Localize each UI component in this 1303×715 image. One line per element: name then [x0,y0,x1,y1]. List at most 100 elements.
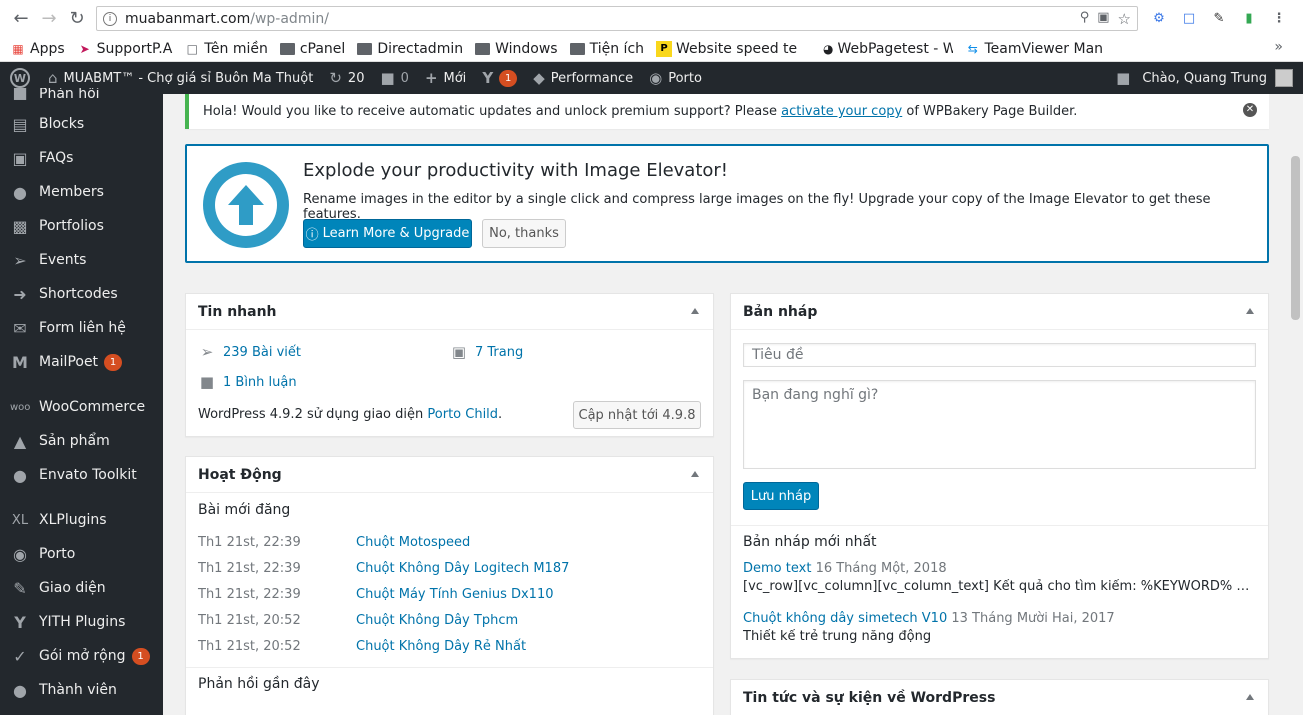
post-link[interactable]: Chuột Không Dây Tphcm [356,613,518,628]
my-account-menu[interactable]: Chào, Quang Trung [1142,71,1267,86]
back-icon[interactable]: ← [8,5,34,31]
sidebar-item-san-pham[interactable]: ▲ Sản phẩm [0,424,163,458]
sidebar-item-members[interactable]: ● Members [0,175,163,209]
bookmark-apps[interactable]: ▦ Apps [10,41,64,57]
new-content-menu[interactable]: + Mới [417,62,474,94]
sidebar-item-label: Form liên hệ [39,320,126,336]
bookmark-label: Website speed te [676,40,798,57]
post-link[interactable]: Chuột Không Dây Logitech M187 [356,561,569,576]
sidebar-item-faqs[interactable]: ▣ FAQs [0,141,163,175]
sidebar-item-events[interactable]: ➢ Events [0,243,163,277]
performance-menu[interactable]: ◆ Performance [525,62,641,94]
notes-icon[interactable]: ■ [1116,69,1130,87]
sidebar-item-blocks[interactable]: ▤ Blocks [0,107,163,141]
porto-menu[interactable]: ◉ Porto [641,62,710,94]
sidebar-item-mailpoet[interactable]: M MailPoet 1 [0,345,163,379]
draft-title-input[interactable]: Tiêu đề [743,343,1256,367]
no-thanks-button[interactable]: No, thanks [482,219,566,248]
bookmark-label: Directadmin [377,40,464,57]
key-icon[interactable]: ⚲ [1080,10,1090,28]
bookmark-teamviewer[interactable]: ⇆ TeamViewer Man [965,41,1103,57]
dismiss-icon[interactable]: ✕ [1243,103,1257,117]
activate-link[interactable]: activate your copy [781,104,902,119]
post-link[interactable]: Chuột Không Dây Rẻ Nhất [356,639,526,654]
pin-icon: ➢ [13,250,27,270]
sidebar-item-yith-plugins[interactable]: Y YITH Plugins [0,605,163,639]
sidebar-item-shortcodes[interactable]: ➜ Shortcodes [0,277,163,311]
star-icon[interactable]: ☆ [1118,10,1131,28]
widget-header[interactable]: Hoạt Động [186,457,713,493]
comments-count[interactable]: 1 Bình luận [223,375,297,390]
sidebar-item-giao-dien[interactable]: ✎ Giao diện [0,571,163,605]
extension-eyedropper-icon[interactable]: ✎ [1210,9,1228,27]
pages-count-link[interactable]: ▣ 7 Trang [450,343,523,361]
bookmark-windows[interactable]: Windows [475,41,558,57]
scrollbar-thumb[interactable] [1291,156,1300,320]
menu-separator [0,492,163,503]
yoast-menu[interactable]: Y1 [474,62,525,94]
sidebar-item-portfolios[interactable]: ▩ Portfolios [0,209,163,243]
sidebar-item-label: Blocks [39,116,85,132]
widget-header[interactable]: Tin tức và sự kiện về WordPress [731,680,1268,715]
translate-icon[interactable]: ▣ [1097,10,1109,28]
home-icon: ⌂ [48,69,58,87]
update-wordpress-button[interactable]: Cập nhật tới 4.9.8 [573,401,701,429]
wordpress-icon: W [10,68,30,88]
sidebar-item-thanh-vien[interactable]: ● Thành viên [0,673,163,707]
comments-count-link[interactable]: ■ 1 Bình luận [198,373,297,391]
extension-box-icon[interactable]: □ [1180,9,1198,27]
avatar[interactable] [1275,69,1293,87]
comments-menu[interactable]: ■ 0 [372,62,416,94]
extensions-bar: ⚙ □ ✎ ▮ ⋮ [1150,9,1288,27]
sidebar-item-woocommerce[interactable]: woo WooCommerce [0,390,163,424]
extension-chart-icon[interactable]: ▮ [1240,9,1258,27]
widget-header[interactable]: Tin nhanh [186,294,713,330]
draft-link[interactable]: Chuột không dây simetech V10 [743,611,947,626]
post-link[interactable]: Chuột Máy Tính Genius Dx110 [356,587,554,602]
sidebar-item-label: Giao diện [39,580,106,596]
bookmark-ten-mien[interactable]: □ Tên miền [184,41,268,57]
bookmark-webpagetest[interactable]: ◕ WebPagetest - W [823,41,953,57]
save-draft-button[interactable]: Lưu nháp [743,482,819,510]
collapse-icon[interactable] [1246,694,1254,700]
bookmark-supportpa[interactable]: ➤ SupportP.A [77,41,173,57]
posts-count[interactable]: 239 Bài viết [223,345,301,360]
pages-count[interactable]: 7 Trang [475,345,523,360]
theme-link[interactable]: Porto Child [427,407,498,422]
forward-icon[interactable]: → [36,5,62,31]
draft-content-textarea[interactable]: Bạn đang nghĩ gì? [743,380,1256,469]
bookmark-website-speed[interactable]: P Website speed te [656,40,811,57]
bookmark-tien-ich[interactable]: Tiện ích [569,41,644,57]
updates-menu[interactable]: ↻ 20 [321,62,372,94]
extension-globe-icon[interactable]: ⚙ [1150,9,1168,27]
bookmark-cpanel[interactable]: cPanel [279,41,345,57]
widget-header[interactable]: Bản nháp [731,294,1268,330]
info-icon[interactable]: i [103,11,117,26]
learn-more-upgrade-button[interactable]: ⓘ Learn More & Upgrade [303,219,472,248]
collapse-icon[interactable] [691,308,699,314]
sidebar-item-porto[interactable]: ◉ Porto [0,537,163,571]
sidebar-item-xlplugins[interactable]: XL XLPlugins [0,503,163,537]
updates-count: 20 [347,70,365,86]
sidebar-item-envato-toolkit[interactable]: ● Envato Toolkit [0,458,163,492]
folder-icon [357,42,373,55]
draft-link[interactable]: Demo text [743,561,811,576]
chrome-menu-icon[interactable]: ⋮ [1270,9,1288,27]
sidebar-item-goi-mo-rong[interactable]: ✓ Gói mở rộng 1 [0,639,163,673]
collapse-icon[interactable] [1246,308,1254,314]
address-bar-row: ← → ↻ i muabanmart.com/wp-admin/ ⚲ ▣ ☆ ⚙… [0,0,1303,36]
page-scrollbar[interactable] [1288,94,1303,715]
url-input[interactable]: i muabanmart.com/wp-admin/ ⚲ ▣ ☆ [96,6,1138,31]
posts-count-link[interactable]: ➢ 239 Bài viết [198,343,301,361]
sidebar-item-label: YITH Plugins [39,614,126,630]
bookmark-directadmin[interactable]: Directadmin [357,41,463,57]
widget-title: Hoạt Động [198,466,282,483]
reload-icon[interactable]: ↻ [64,5,90,31]
post-link[interactable]: Chuột Motospeed [356,535,470,550]
sidebar-item-form-lien-he[interactable]: ✉ Form liên hệ [0,311,163,345]
bookmarks-more-icon[interactable]: » [1274,39,1283,55]
sidebar-item-phan-hoi[interactable]: ■ Phản hồi [0,88,163,102]
yoast-badge: 1 [499,69,518,87]
collapse-icon[interactable] [691,471,699,477]
activity-row: Th1 21st, 20:52 Chuột Không Dây Rẻ Nhất [198,639,526,654]
